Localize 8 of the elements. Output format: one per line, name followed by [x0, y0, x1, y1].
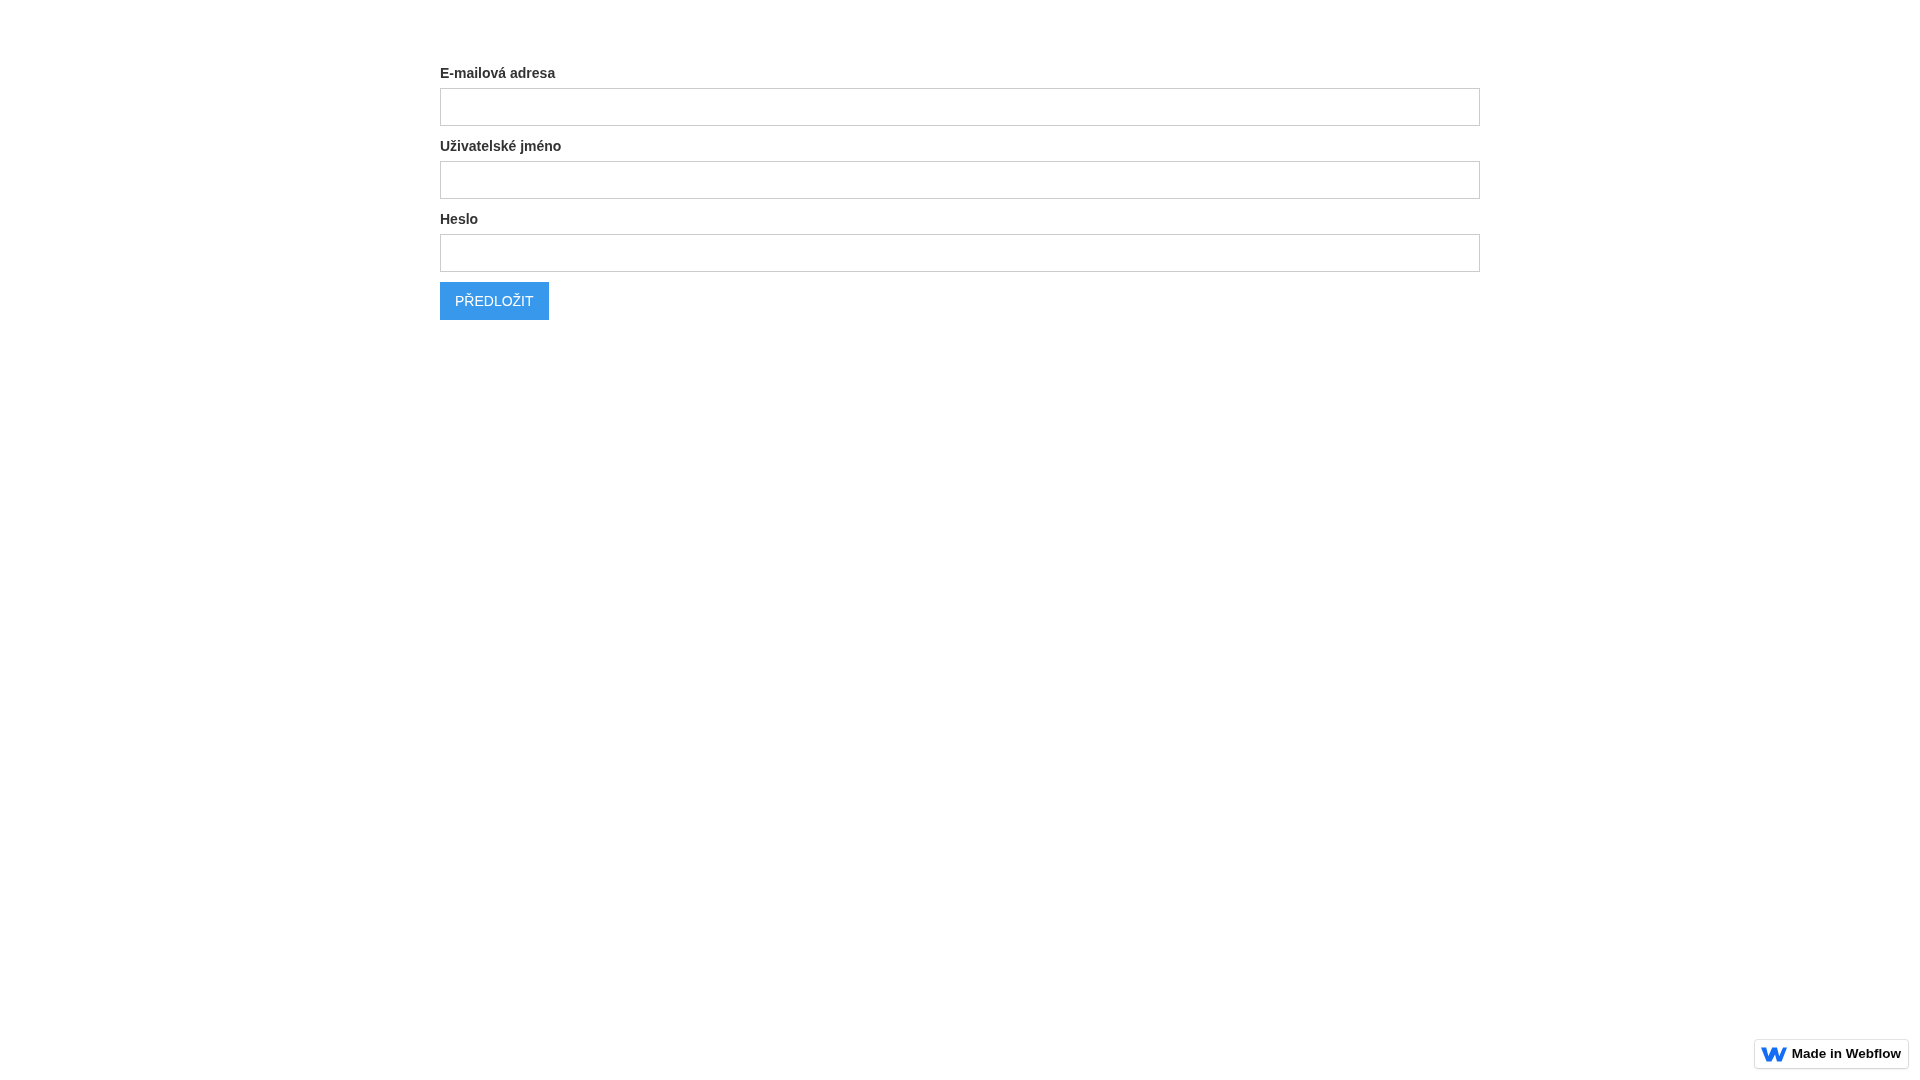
field-label: Uživatelské jméno	[440, 137, 562, 156]
input-field[interactable]	[440, 88, 1480, 126]
logo-icon	[1760, 1046, 1787, 1062]
input-field[interactable]	[440, 161, 1480, 199]
field-label: E-mailová adresa	[440, 64, 556, 83]
input-field[interactable]	[440, 234, 1480, 272]
field-label: Heslo	[440, 210, 479, 229]
badge-link[interactable]: Made in Webflow	[1754, 1040, 1908, 1068]
